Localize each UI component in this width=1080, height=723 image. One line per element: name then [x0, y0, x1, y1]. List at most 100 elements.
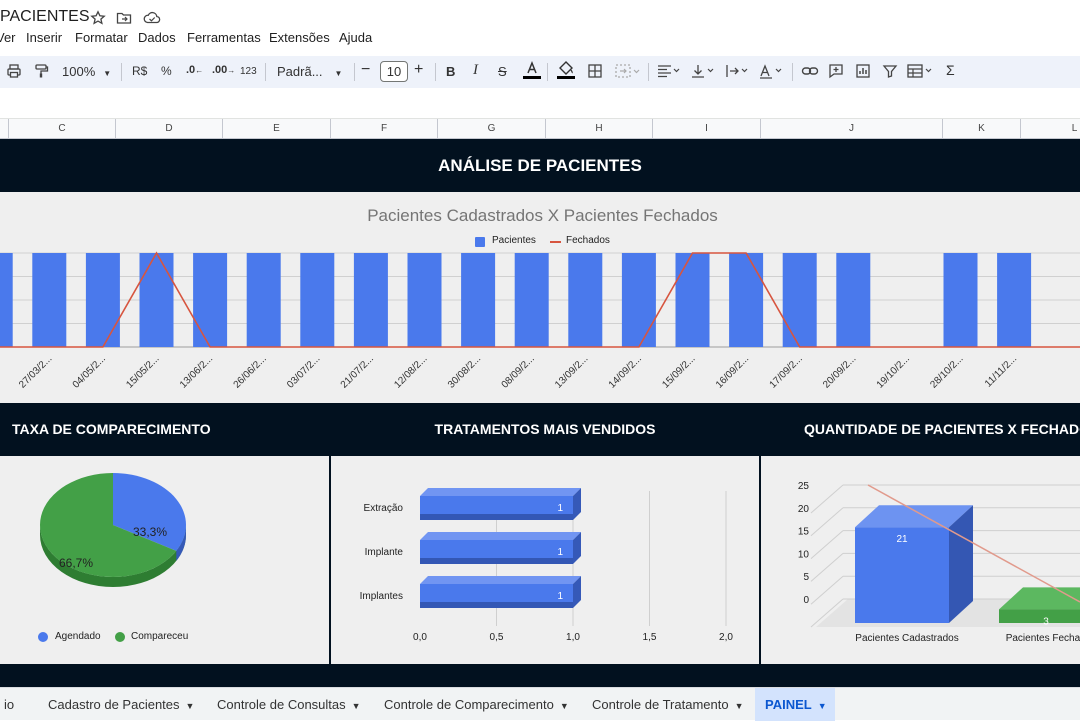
currency-format-button[interactable]: R$ — [132, 64, 147, 78]
toolbar-divider — [547, 63, 548, 81]
column-header-l[interactable]: L — [1020, 119, 1080, 139]
chevron-down-icon: ▼ — [103, 69, 112, 78]
pacientes-bar — [193, 253, 228, 347]
font-size-input[interactable]: 10 — [380, 61, 408, 82]
column-header-g[interactable]: G — [437, 119, 545, 139]
arrow-right-icon: → — [227, 66, 236, 75]
chevron-down-icon[interactable]: ▼ — [818, 701, 827, 711]
font-select[interactable]: Padrã... ▼ — [277, 64, 342, 79]
y-tick-label: 0 — [803, 595, 809, 606]
x-tick-label: 08/09/2... — [500, 353, 537, 390]
sheet-tab-partial[interactable]: io — [0, 688, 20, 721]
column-header-h[interactable]: H — [545, 119, 652, 139]
menu-ver[interactable]: Ver — [0, 30, 16, 45]
sheet-grid[interactable]: ANÁLISE DE PACIENTES Pacientes Cadastrad… — [0, 139, 1080, 687]
chevron-down-icon[interactable]: ▼ — [735, 701, 744, 711]
patients-vs-closed-column-chart[interactable]: 0 5 10 15 20 25 21 Pacientes Cadastrados 3 Pacien… — [761, 456, 1080, 664]
y-tick-label: 25 — [798, 481, 810, 492]
column-header-c[interactable]: C — [8, 119, 115, 139]
increase-font-size-button[interactable]: + — [414, 61, 423, 79]
x-tick-label: 11/11/2... — [983, 353, 1019, 389]
column-header-d[interactable]: D — [115, 119, 222, 139]
zoom-select[interactable]: 100% ▼ — [62, 64, 111, 79]
move-folder-icon[interactable] — [116, 10, 132, 26]
legend-label-agendado: Agendado — [55, 631, 101, 642]
chevron-down-icon[interactable]: ▼ — [352, 701, 361, 711]
paint-format-icon[interactable] — [33, 63, 49, 82]
treatments-bar-chart[interactable]: 0,0 0,5 1,0 1,5 2,0 1 Extração 1 Implante 1 Implan… — [331, 456, 759, 664]
filter-icon[interactable] — [882, 63, 898, 82]
sheet-tab-controle-de-consultas[interactable]: Controle de Consultas ▼ — [207, 688, 371, 721]
pacientes-bar — [621, 253, 656, 347]
column-header-j[interactable]: J — [760, 119, 942, 139]
menu-formatar[interactable]: Formatar — [75, 30, 128, 45]
menu-dados[interactable]: Dados — [138, 30, 176, 45]
sheet-tab-controle-de-comparecimento[interactable]: Controle de Comparecimento ▼ — [374, 688, 579, 721]
vertical-align-icon[interactable] — [691, 63, 717, 82]
decrease-font-size-button[interactable]: − — [361, 61, 370, 79]
menu-inserir[interactable]: Inserir — [26, 30, 62, 45]
patients-vs-closed-timeline-chart[interactable]: Pacientes Cadastrados X Pacientes Fechad… — [0, 192, 1080, 403]
column-value-label: 3 — [1043, 616, 1049, 627]
cloud-status-icon[interactable] — [143, 10, 161, 26]
column-pacientes-fechados — [999, 609, 1080, 623]
text-wrapping-icon[interactable] — [725, 63, 751, 82]
sheet-tab-cadastro-de-pacientes[interactable]: Cadastro de Pacientes ▼ — [38, 688, 204, 721]
bar-bottom-shade — [420, 602, 573, 608]
sheet-tab-painel[interactable]: PAINEL ▼ — [755, 688, 835, 721]
pacientes-bar — [729, 253, 764, 347]
column-headers: C D E F G H I J K L — [0, 118, 1080, 139]
toolbar-divider — [121, 63, 122, 81]
strikethrough-button[interactable]: S — [498, 64, 507, 79]
column-header-k[interactable]: K — [942, 119, 1020, 139]
x-category-label: Pacientes Cadastrados — [855, 633, 958, 644]
legend-label-compareceu: Compareceu — [131, 631, 189, 642]
increase-decimals-button[interactable]: .00→ — [212, 64, 235, 76]
column-header-partial[interactable] — [0, 119, 8, 139]
number-format-button[interactable]: 123 — [240, 66, 257, 77]
menu-extensoes[interactable]: Extensões — [269, 30, 330, 45]
star-icon[interactable] — [90, 10, 106, 26]
x-tick-label: 15/05/2... — [124, 353, 161, 390]
percent-format-button[interactable]: % — [161, 64, 172, 78]
x-tick-label: 18/02/2... — [0, 353, 1, 390]
formula-bar[interactable] — [0, 88, 1080, 118]
sheet-tab-controle-de-tratamento[interactable]: Controle de Tratamento ▼ — [582, 688, 754, 721]
functions-icon[interactable]: Σ — [946, 62, 955, 78]
fill-color-icon[interactable] — [556, 60, 576, 83]
document-title[interactable]: PACIENTES — [0, 8, 90, 26]
print-icon[interactable] — [6, 63, 22, 82]
column-header-i[interactable]: I — [652, 119, 760, 139]
pacientes-bar — [782, 253, 817, 347]
column-header-f[interactable]: F — [330, 119, 437, 139]
pacientes-bar — [943, 253, 978, 347]
toolbar-divider — [792, 63, 793, 81]
chevron-down-icon: ▼ — [334, 69, 343, 78]
chevron-down-icon[interactable]: ▼ — [186, 701, 195, 711]
pacientes-bar — [300, 253, 335, 347]
x-tick-label: 14/09/2... — [607, 353, 644, 390]
pie-label-compareceu: 66,7% — [59, 556, 94, 570]
italic-button[interactable]: I — [473, 62, 478, 79]
menu-ferramentas[interactable]: Ferramentas — [187, 30, 261, 45]
y-tick-label: 15 — [798, 527, 810, 538]
horizontal-align-icon[interactable] — [657, 63, 683, 82]
decrease-decimals-button[interactable]: .0← — [186, 64, 203, 76]
attendance-pie-chart[interactable]: 33,3% 66,7% Agendado Compareceu — [0, 456, 329, 664]
menu-ajuda[interactable]: Ajuda — [339, 30, 372, 45]
text-color-icon[interactable] — [522, 60, 542, 83]
insert-comment-icon[interactable] — [828, 63, 844, 82]
bold-button[interactable]: B — [446, 64, 455, 79]
chevron-down-icon[interactable]: ▼ — [560, 701, 569, 711]
legend-swatch-compareceu — [115, 632, 125, 642]
insert-link-icon[interactable] — [801, 63, 819, 82]
bar-top-face — [420, 488, 581, 496]
merge-cells-icon[interactable] — [615, 63, 641, 82]
gridline-depth — [810, 553, 844, 582]
filter-views-icon[interactable] — [907, 63, 935, 82]
pacientes-bar — [32, 253, 67, 347]
borders-icon[interactable] — [587, 63, 603, 82]
text-rotation-icon[interactable] — [759, 63, 785, 82]
insert-chart-icon[interactable] — [855, 63, 871, 82]
column-header-e[interactable]: E — [222, 119, 330, 139]
